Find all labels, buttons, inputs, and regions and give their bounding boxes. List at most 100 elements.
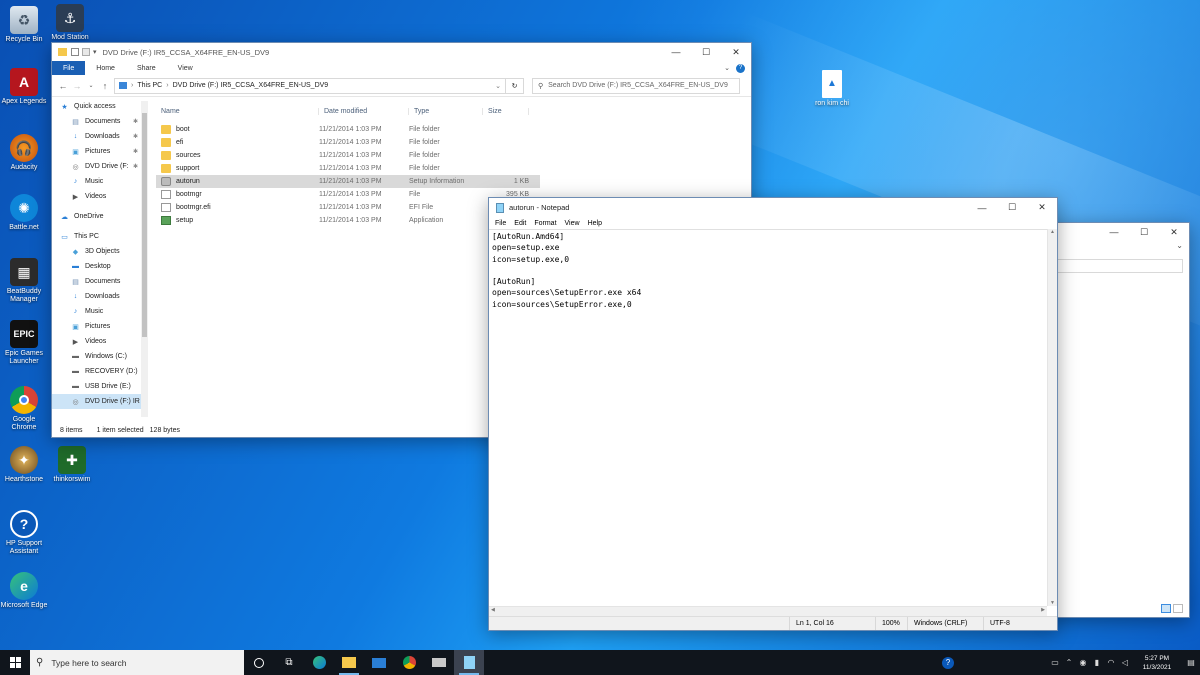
scroll-right-icon[interactable]: ▶: [1041, 607, 1045, 613]
desktop-icon-thinkorswim[interactable]: ✚ thinkorswim: [48, 446, 96, 484]
nav-item[interactable]: ▬ Windows (C:): [52, 349, 148, 364]
tab-file[interactable]: File: [52, 61, 86, 75]
network-icon[interactable]: ◠: [1104, 658, 1118, 667]
file-row[interactable]: sources 11/21/2014 1:03 PM File folder: [156, 149, 540, 162]
nav-item[interactable]: ▬ RECOVERY (D:): [52, 364, 148, 379]
desktop-icon-ron-kim-chi[interactable]: ▲ ron kim chi: [808, 70, 856, 108]
file-row[interactable]: bootmgr 11/21/2014 1:03 PM File 395 KB: [156, 188, 540, 201]
nav-item[interactable]: ★ Quick access: [52, 99, 148, 114]
nav-item[interactable]: ♪ Music: [52, 304, 148, 319]
explorer-titlebar[interactable]: ▾ DVD Drive (F:) IR5_CCSA_X64FRE_EN-US_D…: [52, 43, 751, 61]
menu-edit[interactable]: Edit: [510, 220, 530, 227]
up-arrow-icon[interactable]: ↑: [98, 81, 112, 91]
desktop-icon-battle-net[interactable]: ✺ Battle.net: [0, 194, 48, 232]
nav-item[interactable]: ↓ Downloads: [52, 289, 148, 304]
close-icon[interactable]: ✕: [721, 43, 751, 61]
nav-item[interactable]: ▶ Videos: [52, 189, 148, 204]
column-size[interactable]: Size: [483, 107, 529, 115]
column-name[interactable]: Name: [156, 107, 319, 115]
camera-icon[interactable]: ◉: [1076, 658, 1090, 667]
close-icon[interactable]: ✕: [1027, 198, 1057, 217]
text-editor[interactable]: [AutoRun.Amd64] open=setup.exe icon=setup.…: [489, 229, 1047, 606]
nav-item[interactable]: ◎ DVD Drive (F: ✱: [52, 159, 148, 174]
nav-item[interactable]: ▤ Documents: [52, 274, 148, 289]
notifications-icon[interactable]: ▤: [1182, 658, 1200, 667]
nav-item[interactable]: ☁ OneDrive: [52, 209, 148, 224]
customize-toolbar-icon[interactable]: ▾: [93, 48, 97, 56]
close-icon[interactable]: ✕: [1159, 223, 1189, 241]
taskbar-search-input[interactable]: ⚲ Type here to search: [30, 650, 244, 675]
menu-file[interactable]: File: [491, 220, 510, 227]
recent-locations-icon[interactable]: ⌄: [84, 82, 98, 89]
column-type[interactable]: Type: [409, 107, 483, 115]
taskbar-notepad[interactable]: [454, 650, 484, 675]
maximize-icon[interactable]: ☐: [1129, 223, 1159, 241]
nav-item[interactable]: ▶ Videos: [52, 334, 148, 349]
chevron-down-icon[interactable]: ⌄: [1051, 241, 1189, 255]
desktop-icon-beatbuddy[interactable]: ▦ BeatBuddy Manager: [0, 258, 48, 304]
keyboard-icon[interactable]: ▭: [1048, 658, 1062, 667]
nav-item[interactable]: ◆ 3D Objects: [52, 244, 148, 259]
volume-icon[interactable]: ◁: [1118, 658, 1132, 667]
search-input[interactable]: ⚲ Search DVD Drive (F:) IR5_CCSA_X64FRE_…: [532, 77, 740, 94]
new-folder-icon[interactable]: [82, 48, 90, 56]
show-hidden-icons[interactable]: ⌃: [1062, 658, 1076, 667]
tab-share[interactable]: Share: [126, 61, 167, 75]
file-row[interactable]: autorun 11/21/2014 1:03 PM Setup Informati…: [156, 175, 540, 188]
nav-item[interactable]: ▣ Pictures ✱: [52, 144, 148, 159]
help-icon[interactable]: ?: [736, 63, 745, 73]
navigation-pane[interactable]: ★ Quick access ▤ Documents ✱ ↓ Downloads ✱ ▣ Pict…: [52, 99, 148, 417]
desktop-icon-apex-legends[interactable]: A Apex Legends: [0, 68, 48, 106]
nav-item[interactable]: ▬ USB Drive (E:): [52, 379, 148, 394]
breadcrumb-dvd-drive[interactable]: DVD Drive (F:) IR5_CCSA_X64FRE_EN-US_DV9: [173, 82, 329, 89]
file-row[interactable]: setup 11/21/2014 1:03 PM Application: [156, 214, 540, 227]
nav-item[interactable]: ↓ Downloads ✱: [52, 129, 148, 144]
breadcrumb-this-pc[interactable]: This PC: [137, 82, 162, 89]
large-icons-view-icon[interactable]: [1173, 604, 1183, 613]
scroll-left-icon[interactable]: ◀: [491, 607, 495, 613]
scroll-down-icon[interactable]: ▼: [1048, 600, 1057, 606]
file-row[interactable]: efi 11/21/2014 1:03 PM File folder: [156, 136, 540, 149]
minimize-icon[interactable]: —: [1099, 223, 1129, 241]
tab-view[interactable]: View: [167, 61, 204, 75]
maximize-icon[interactable]: ☐: [691, 43, 721, 61]
desktop-icon-hearthstone[interactable]: ✦ Hearthstone: [0, 446, 48, 484]
search-box[interactable]: [1057, 259, 1183, 273]
taskbar-mail[interactable]: [364, 650, 394, 675]
cortana-button[interactable]: [244, 650, 274, 675]
background-window[interactable]: — ☐ ✕ ⌄: [1050, 222, 1190, 618]
nav-item[interactable]: ♪ Music: [52, 174, 148, 189]
desktop-icon-audacity[interactable]: 🎧 Audacity: [0, 134, 48, 172]
scroll-up-icon[interactable]: ▲: [1048, 229, 1057, 235]
refresh-icon[interactable]: ↻: [506, 77, 524, 94]
nav-scrollbar-thumb[interactable]: [142, 113, 147, 337]
desktop-icon-microsoft-edge[interactable]: e Microsoft Edge: [0, 572, 48, 610]
horizontal-scrollbar[interactable]: ◀ ▶: [489, 606, 1047, 616]
properties-icon[interactable]: [71, 48, 79, 56]
vertical-scrollbar[interactable]: ▲ ▼: [1047, 229, 1057, 606]
task-view-button[interactable]: ⧉: [274, 650, 304, 675]
menu-view[interactable]: View: [561, 220, 584, 227]
nav-item[interactable]: ▣ Pictures: [52, 319, 148, 334]
taskbar-file-explorer[interactable]: [334, 650, 364, 675]
back-arrow-icon[interactable]: ←: [56, 81, 70, 91]
desktop-icon-mod-station[interactable]: ⚓ Mod Station: [46, 4, 94, 42]
desktop-icon-recycle-bin[interactable]: ♻ Recycle Bin: [0, 6, 48, 44]
details-view-icon[interactable]: [1161, 604, 1171, 613]
expand-ribbon-icon[interactable]: ⌄: [724, 64, 730, 72]
nav-item[interactable]: ◎ DVD Drive (F:) IR: [52, 394, 148, 409]
nav-item[interactable]: ▬ Desktop: [52, 259, 148, 274]
hp-support-icon[interactable]: ?: [938, 656, 958, 669]
maximize-icon[interactable]: ☐: [997, 198, 1027, 217]
nav-scrollbar[interactable]: [141, 101, 148, 417]
tab-home[interactable]: Home: [85, 61, 126, 75]
menu-help[interactable]: Help: [584, 220, 606, 227]
notepad-titlebar[interactable]: autorun - Notepad — ☐ ✕: [489, 198, 1057, 217]
address-bar[interactable]: › This PC › DVD Drive (F:) IR5_CCSA_X64F…: [114, 77, 506, 94]
column-date-modified[interactable]: Date modified: [319, 107, 409, 115]
file-row[interactable]: support 11/21/2014 1:03 PM File folder: [156, 162, 540, 175]
notepad-window[interactable]: autorun - Notepad — ☐ ✕ File Edit Format…: [488, 197, 1058, 631]
start-button[interactable]: [0, 650, 30, 675]
desktop-icon-epic-games[interactable]: EPIC Epic Games Launcher: [0, 320, 48, 366]
minimize-icon[interactable]: —: [967, 198, 997, 217]
